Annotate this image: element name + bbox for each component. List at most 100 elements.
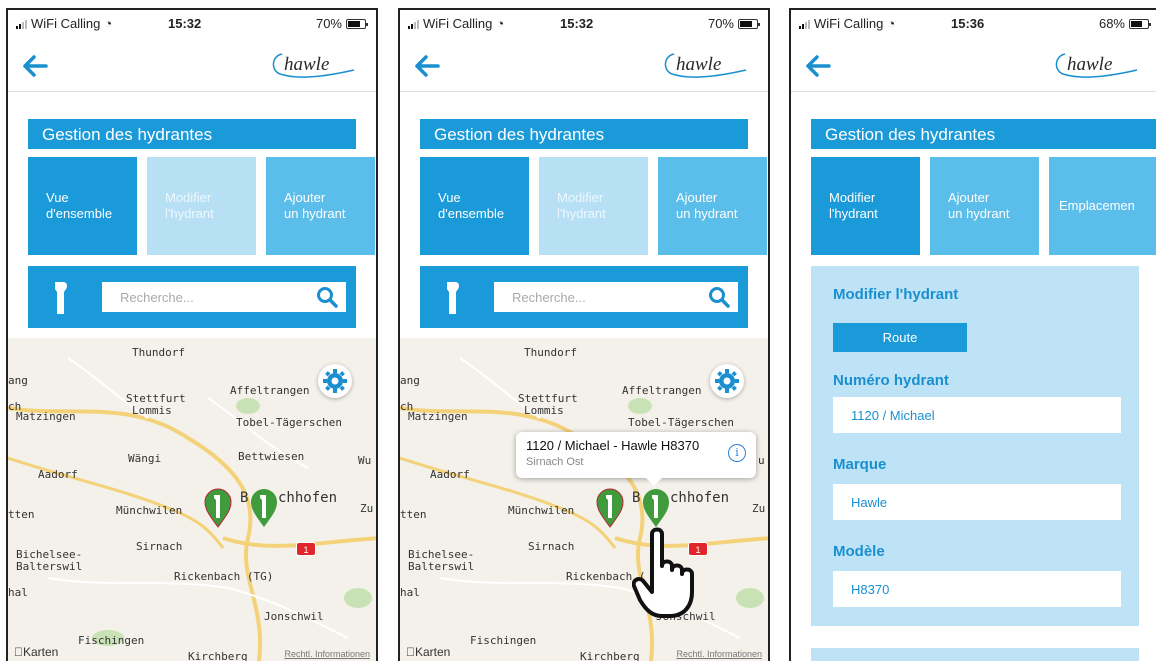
map-label: Fischingen (470, 634, 537, 647)
map-label: Matzingen (408, 410, 468, 423)
battery-icon (346, 18, 368, 29)
hawle-logo: hawle (1055, 53, 1138, 78)
tile-label: l'hydrant (165, 206, 214, 221)
page-title: Gestion des hydrantes (811, 119, 1156, 149)
tile-label: Emplacemen (1059, 198, 1135, 213)
phone-screen-edit: WiFi Calling ◔ 15:36 68% hawle Gestion de… (789, 8, 1156, 661)
tile-label: Modifier (557, 190, 604, 205)
tile-add-hydrant[interactable]: Ajouter un hydrant (658, 157, 767, 255)
map-label: tten (400, 508, 427, 521)
map-label: Tobel-Tägerschen (628, 416, 734, 429)
signal-icon (408, 19, 419, 29)
tile-label: un hydrant (676, 206, 738, 221)
field-label: Numéro hydrant (833, 372, 949, 389)
search-input[interactable]: Recherche... (102, 282, 346, 312)
karten-label: Karten (406, 645, 450, 659)
navigation-bar: hawle (791, 44, 1156, 92)
status-bar: WiFi Calling ◔ 15:36 68% (791, 10, 1156, 36)
logo-text: hawle (284, 54, 329, 75)
map-label: Matzingen (16, 410, 76, 423)
map-label: Rickenbach (TG) (174, 570, 274, 583)
model-field[interactable]: H8370 (833, 571, 1121, 607)
tile-overview[interactable]: Vue d'ensemble (28, 157, 137, 255)
map-settings-button[interactable] (710, 364, 744, 398)
hydrant-callout[interactable]: 1120 / Michael - Hawle H8370 Sirnach Ost… (516, 432, 756, 486)
tile-label: d'ensemble (438, 206, 505, 221)
search-placeholder: Recherche... (120, 290, 194, 305)
back-arrow-icon[interactable] (805, 54, 831, 78)
search-icon[interactable] (316, 286, 338, 308)
map-view[interactable]: Thundorf Stettfurt Lommis Affeltrangen T… (8, 338, 376, 661)
map-label: Balterswil (408, 560, 475, 573)
hydrant-pin[interactable] (250, 488, 278, 528)
map-label: Zu (752, 502, 766, 515)
maps-attribution: Karten (14, 645, 58, 659)
callout-subtitle: Sirnach Ost (526, 456, 584, 468)
search-bar: Recherche... (420, 266, 748, 328)
tile-edit-hydrant[interactable]: Modifier l'hydrant (539, 157, 648, 255)
brand-field[interactable]: Hawle (833, 484, 1121, 520)
back-arrow-icon[interactable] (414, 54, 440, 78)
phone-screen-overview: WiFi Calling ◔ 15:32 70% hawle Gestion de… (6, 8, 378, 661)
carrier-label: WiFi Calling (423, 16, 493, 31)
signal-icon (16, 19, 27, 29)
karten-label: Karten (14, 645, 58, 659)
map-label: ch (8, 400, 22, 413)
hydrant-pin[interactable] (596, 488, 624, 528)
next-section (811, 648, 1139, 661)
navigation-bar: hawle (400, 44, 768, 92)
map-settings-button[interactable] (318, 364, 352, 398)
map-label: hal (400, 586, 420, 599)
legal-link[interactable]: Rechtl. Informationen (676, 649, 762, 659)
gear-icon (715, 369, 739, 393)
tile-label: d'ensemble (46, 206, 113, 221)
map-label: B (240, 490, 249, 506)
map-label: hal (8, 586, 28, 599)
edit-hydrant-form: Modifier l'hydrant Route Numéro hydrant … (811, 266, 1139, 626)
map-label: u (758, 454, 765, 467)
map-label: Sirnach (136, 540, 183, 553)
legal-link[interactable]: Rechtl. Informationen (284, 649, 370, 659)
map-label: Lommis (132, 404, 172, 417)
hydrant-pin-selected[interactable] (642, 488, 670, 528)
map-view[interactable]: Thundorf Stettfurt Lommis Affeltrangen T… (400, 338, 768, 661)
map-label: ang (8, 374, 28, 387)
wifi-icon: ◔ (104, 16, 113, 31)
map-label: Bettwiesen (238, 450, 305, 463)
map-label: Sirnach (528, 540, 575, 553)
tile-label: Vue (46, 190, 69, 205)
tile-add-hydrant[interactable]: Ajouter un hydrant (266, 157, 375, 255)
phone-screen-callout: WiFi Calling ◔ 15:32 70% hawle Gestion de… (398, 8, 770, 661)
map-label: Affeltrangen (622, 384, 702, 397)
tile-location[interactable]: Emplacemen (1049, 157, 1156, 255)
route-button[interactable]: Route (833, 323, 967, 352)
hawle-logo: hawle (272, 53, 355, 78)
tile-label: Modifier (829, 190, 876, 205)
tile-label: Vue (438, 190, 461, 205)
hydrant-number-field[interactable]: 1120 / Michael (833, 397, 1121, 433)
map-label: Balterswil (16, 560, 83, 573)
search-icon[interactable] (708, 286, 730, 308)
tile-edit-hydrant[interactable]: Modifier l'hydrant (811, 157, 920, 255)
status-bar: WiFi Calling ◔ 15:32 70% (8, 10, 376, 36)
carrier-label: WiFi Calling (31, 16, 101, 31)
map-label: Lommis (524, 404, 564, 417)
pointer-hand-icon (632, 527, 694, 618)
tile-overview[interactable]: Vue d'ensemble (420, 157, 529, 255)
map-label: Kirchberg (580, 650, 640, 661)
battery-icon (738, 18, 760, 29)
map-label: ang (400, 374, 420, 387)
tile-label: l'hydrant (829, 206, 878, 221)
info-icon[interactable]: i (728, 444, 746, 462)
map-label: ch (400, 400, 414, 413)
hydrant-pin[interactable] (204, 488, 232, 528)
battery-percent: 68% (1098, 16, 1125, 31)
back-arrow-icon[interactable] (22, 54, 48, 78)
tile-row: Modifier l'hydrant Ajouter un hydrant Empl… (811, 157, 1156, 255)
search-input[interactable]: Recherche... (494, 282, 738, 312)
tile-add-hydrant[interactable]: Ajouter un hydrant (930, 157, 1039, 255)
tile-edit-hydrant[interactable]: Modifier l'hydrant (147, 157, 256, 255)
hydrant-icon (55, 282, 67, 314)
gear-icon (323, 369, 347, 393)
wifi-icon: ◔ (887, 16, 896, 31)
